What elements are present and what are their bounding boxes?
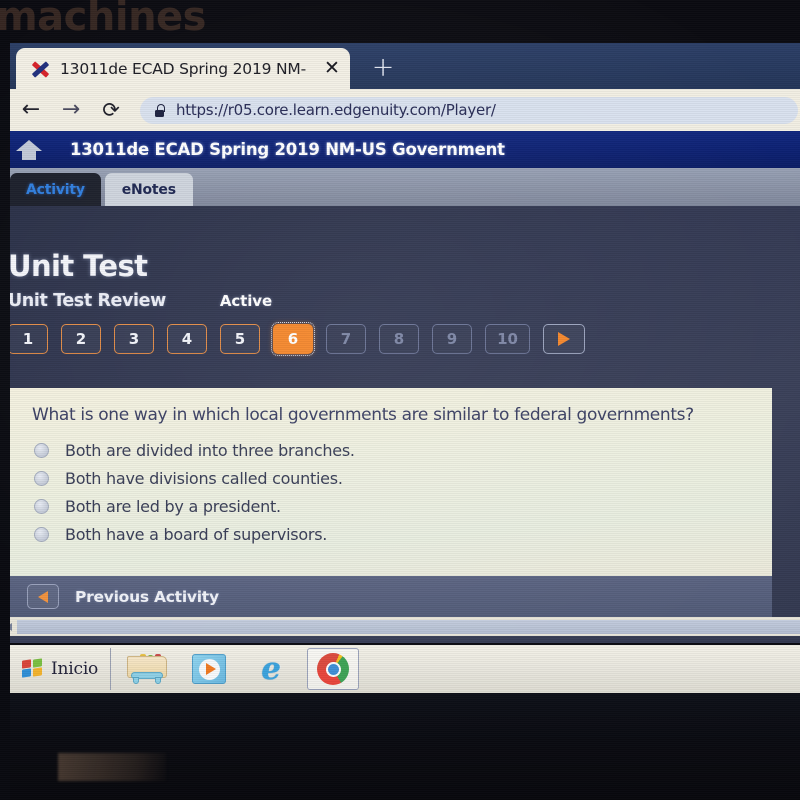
radio-button[interactable] [34,527,49,542]
question-button-5[interactable]: 5 [220,324,260,354]
taskbar-item-file-explorer[interactable] [121,648,173,690]
answer-choice-4[interactable]: Both have a board of supervisors. [34,525,772,544]
question-button-6[interactable]: 6 [270,321,316,357]
status-badge: Active [219,292,273,310]
browser-tab-strip: 13011de ECAD Spring 2019 NM- ✕ + [8,43,800,89]
question-panel: What is one way in which local governmen… [8,388,772,576]
question-button-10[interactable]: 10 [485,324,530,354]
answer-choice-1[interactable]: Both are divided into three branches. [34,441,772,460]
player-tab-bar: Activity eNotes [8,168,800,206]
question-button-1[interactable]: 1 [8,324,48,354]
course-title: 13011de ECAD Spring 2019 NM-US Governmen… [70,140,505,159]
question-navigator: 1 2 3 4 5 6 7 8 9 10 [8,321,800,357]
taskbar-item-chrome[interactable] [307,648,360,690]
browser-tab[interactable]: 13011de ECAD Spring 2019 NM- ✕ [16,48,350,89]
answer-choice-label: Both have a board of supervisors. [65,525,328,544]
answer-choice-list: Both are divided into three branches. Bo… [8,441,772,544]
lock-icon [154,103,165,117]
activity-footer: Previous Activity [8,576,772,617]
horizontal-scrollbar[interactable] [8,617,800,636]
question-button-4[interactable]: 4 [167,324,207,354]
windows-media-player-icon [192,654,227,684]
radio-button[interactable] [34,499,49,514]
question-button-9[interactable]: 9 [432,324,472,354]
course-header: 13011de ECAD Spring 2019 NM-US Governmen… [8,131,800,168]
left-arrow-icon [38,590,48,603]
address-bar-url: https://r05.core.learn.edgenuity.com/Pla… [176,101,496,119]
radio-button[interactable] [34,471,49,486]
answer-choice-2[interactable]: Both have divisions called counties. [34,469,772,488]
start-button[interactable]: Inicio [16,648,112,690]
internet-explorer-icon: e [261,651,281,687]
reload-icon[interactable]: ⟳ [98,97,124,123]
play-icon [558,332,570,346]
monitor-bezel-bottom [0,693,800,800]
assignment-subtitle: Unit Test Review [8,291,166,311]
windows-logo-icon [22,658,44,679]
answer-choice-label: Both have divisions called counties. [65,469,343,488]
page-title: Unit Test [8,249,148,283]
home-icon[interactable] [16,139,42,160]
new-tab-button[interactable]: + [370,54,396,81]
back-icon[interactable]: ← [18,97,44,123]
forward-icon[interactable]: → [58,97,84,123]
windows-taskbar: Inicio e [8,645,800,693]
scrollbar-thumb[interactable] [17,619,800,634]
previous-activity-label: Previous Activity [75,587,219,606]
browser-window: 13011de ECAD Spring 2019 NM- ✕ + ← → ⟳ h… [8,43,800,643]
taskbar-item-media-player[interactable] [183,648,235,690]
activity-body: Unit Test Unit Test Review Active 1 2 3 … [8,206,800,643]
edgenuity-page: 13011de ECAD Spring 2019 NM-US Governmen… [8,131,800,643]
answer-choice-label: Both are led by a president. [65,497,281,516]
radio-button[interactable] [34,443,49,458]
address-bar[interactable]: https://r05.core.learn.edgenuity.com/Pla… [140,96,798,124]
google-chrome-icon [317,653,350,685]
tab-activity[interactable]: Activity [10,173,101,206]
question-button-8[interactable]: 8 [379,324,419,354]
assignment-subrow: Unit Test Review Active [8,291,800,311]
close-icon[interactable]: ✕ [322,58,342,79]
question-button-2[interactable]: 2 [61,324,101,354]
tab-enotes[interactable]: eNotes [104,173,193,206]
answer-choice-3[interactable]: Both are led by a president. [34,497,772,516]
question-button-7[interactable]: 7 [326,324,366,354]
screenshot-root: machines 13011de ECAD Spring 2019 NM- ✕ … [0,0,800,800]
watermark-text: machines [0,0,206,40]
question-text: What is one way in which local governmen… [32,405,694,425]
browser-tab-title: 13011de ECAD Spring 2019 NM- [60,59,306,78]
next-question-button[interactable] [543,324,585,354]
taskbar-item-internet-explorer[interactable]: e [245,648,297,690]
question-button-3[interactable]: 3 [114,324,154,354]
monitor-bezel-left [0,0,10,800]
answer-choice-label: Both are divided into three branches. [65,441,355,460]
start-button-label: Inicio [51,659,99,679]
previous-activity-button[interactable] [27,584,59,609]
file-explorer-icon [127,654,168,684]
browser-toolbar: ← → ⟳ https://r05.core.learn.edgenuity.c… [8,89,800,131]
bezel-reflection [58,753,166,781]
x-mark-icon [30,59,50,79]
